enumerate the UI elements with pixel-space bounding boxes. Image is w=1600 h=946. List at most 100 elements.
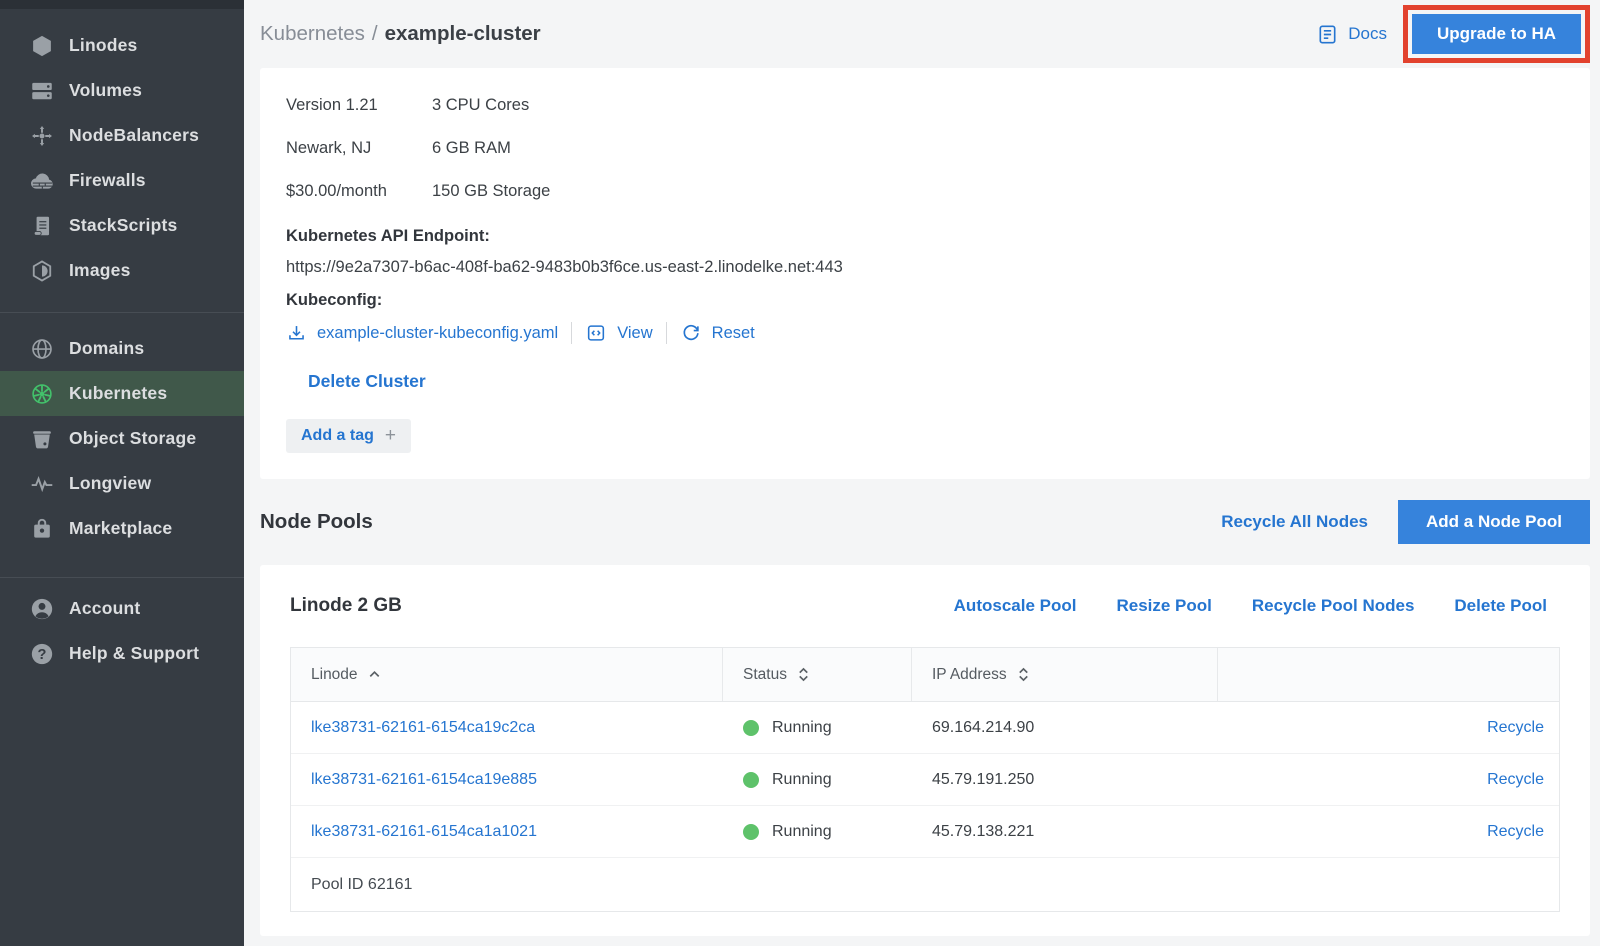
docs-link[interactable]: Docs [1316,23,1387,46]
sidebar-item-label: Volumes [69,80,142,101]
spec-row: Version 1.21 3 CPU Cores [286,84,1564,127]
breadcrumb: Kubernetes / example-cluster [260,22,541,46]
delete-pool-link[interactable]: Delete Pool [1454,596,1547,616]
sidebar-item-stackscripts[interactable]: StackScripts [0,203,244,248]
sidebar-item-marketplace[interactable]: Marketplace [0,506,244,551]
breadcrumb-section-kubernetes[interactable]: Kubernetes [260,22,365,46]
column-header-linode[interactable]: Linode [291,648,723,701]
pool-id-footer: Pool ID 62161 [291,858,1559,911]
sidebar-item-label: Account [69,598,140,619]
autoscale-pool-link[interactable]: Autoscale Pool [954,596,1077,616]
status-cell: Running [723,823,912,841]
ip-address: 69.164.214.90 [912,719,1218,737]
sidebar-item-label: Kubernetes [69,383,167,404]
recycle-node-link[interactable]: Recycle [1487,823,1544,840]
delete-cluster-button[interactable]: Delete Cluster [308,371,426,392]
sidebar-item-object-storage[interactable]: Object Storage [0,416,244,461]
sidebar-item-label: Longview [69,473,151,494]
column-header-ip-address[interactable]: IP Address [912,648,1218,701]
node-link[interactable]: lke38731-62161-6154ca19c2ca [291,719,723,737]
cluster-price: $30.00/month [286,182,432,201]
sidebar-item-kubernetes[interactable]: Kubernetes [0,371,244,416]
sidebar-top-strip [0,0,244,9]
sidebar-item-help-support[interactable]: ? Help & Support [0,631,244,676]
recycle-node-link[interactable]: Recycle [1487,771,1544,788]
page-header: Kubernetes / example-cluster Docs Upgrad… [244,0,1600,68]
cluster-ram: 6 GB RAM [432,139,511,158]
status-cell: Running [723,719,912,737]
cluster-cpu: 3 CPU Cores [432,96,529,115]
node-pools-actions: Recycle All Nodes Add a Node Pool [1221,500,1590,544]
node-link[interactable]: lke38731-62161-6154ca1a1021 [291,823,723,841]
sidebar-item-label: Domains [69,338,144,359]
sidebar-group-compute: Linodes Volumes NodeBalancers Firewalls [0,9,244,293]
sidebar-item-images[interactable]: Images [0,248,244,293]
sidebar-item-account[interactable]: Account [0,586,244,631]
main-content: Kubernetes / example-cluster Docs Upgrad… [244,0,1600,946]
sidebar: Linodes Volumes NodeBalancers Firewalls [0,0,244,946]
help-question-icon: ? [28,640,55,667]
cluster-summary-card: Version 1.21 3 CPU Cores Newark, NJ 6 GB… [260,68,1590,479]
resize-pool-link[interactable]: Resize Pool [1116,596,1211,616]
marketplace-bag-icon [28,515,55,542]
svg-text:?: ? [37,646,46,662]
kubeconfig-label: Kubeconfig: [286,291,1564,310]
add-node-pool-button[interactable]: Add a Node Pool [1398,500,1590,544]
reset-kubeconfig-link[interactable]: Reset [712,324,755,343]
sidebar-item-volumes[interactable]: Volumes [0,68,244,113]
sidebar-item-longview[interactable]: Longview [0,461,244,506]
kubernetes-wheel-icon [28,380,55,407]
spec-row: $30.00/month 150 GB Storage [286,170,1564,213]
status-dot-running [743,720,759,736]
pool-action-links: Autoscale Pool Resize Pool Recycle Pool … [954,596,1560,616]
sidebar-item-linodes[interactable]: Linodes [0,23,244,68]
nodes-table: Linode Status IP Address [290,647,1560,912]
kubeconfig-actions-row: example-cluster-kubeconfig.yaml View Res… [286,322,1564,344]
cluster-region: Newark, NJ [286,139,432,158]
view-kubeconfig-link[interactable]: View [617,324,652,343]
sidebar-group-account: Account ? Help & Support [0,586,244,676]
recycle-node-link[interactable]: Recycle [1487,719,1544,736]
divider [571,322,572,344]
sidebar-item-label: Firewalls [69,170,146,191]
kubeconfig-download-link[interactable]: example-cluster-kubeconfig.yaml [317,324,558,343]
status-dot-running [743,824,759,840]
header-actions: Docs Upgrade to HA [1316,5,1590,63]
recycle-pool-nodes-link[interactable]: Recycle Pool Nodes [1252,596,1415,616]
table-header-row: Linode Status IP Address [291,648,1559,702]
status-label: Running [772,771,832,789]
table-row: lke38731-62161-6154ca19c2ca Running 69.1… [291,702,1559,754]
sidebar-item-label: Marketplace [69,518,172,539]
app-window: Linodes Volumes NodeBalancers Firewalls [0,0,1600,946]
nodebalancers-icon [28,122,55,149]
upgrade-to-ha-button[interactable]: Upgrade to HA [1412,14,1581,54]
pool-header: Linode 2 GB Autoscale Pool Resize Pool R… [290,565,1560,647]
download-icon [286,323,307,344]
node-link[interactable]: lke38731-62161-6154ca19e885 [291,771,723,789]
status-label: Running [772,823,832,841]
sort-both-icon [796,666,811,683]
status-dot-running [743,772,759,788]
ip-address: 45.79.191.250 [912,771,1218,789]
sidebar-item-label: Object Storage [69,428,196,449]
table-row: lke38731-62161-6154ca1a1021 Running 45.7… [291,806,1559,858]
node-pool-card: Linode 2 GB Autoscale Pool Resize Pool R… [260,565,1590,936]
column-header-status[interactable]: Status [723,648,912,701]
sidebar-group-services: Domains Kubernetes Object Storage Longvi… [0,326,244,551]
sidebar-item-nodebalancers[interactable]: NodeBalancers [0,113,244,158]
reset-icon [680,322,702,344]
sidebar-item-firewalls[interactable]: Firewalls [0,158,244,203]
plus-icon: + [385,428,396,444]
linode-cube-icon [28,32,55,59]
longview-pulse-icon [28,470,55,497]
node-pools-title: Node Pools [260,510,373,534]
docs-label: Docs [1348,24,1387,44]
actions-cell: Recycle [1218,719,1559,737]
account-person-icon [28,595,55,622]
sidebar-item-domains[interactable]: Domains [0,326,244,371]
sidebar-divider [0,312,244,313]
stackscripts-icon [28,212,55,239]
add-tag-button[interactable]: Add a tag + [286,419,411,453]
recycle-all-nodes-link[interactable]: Recycle All Nodes [1221,512,1368,532]
column-header-actions [1218,648,1559,701]
